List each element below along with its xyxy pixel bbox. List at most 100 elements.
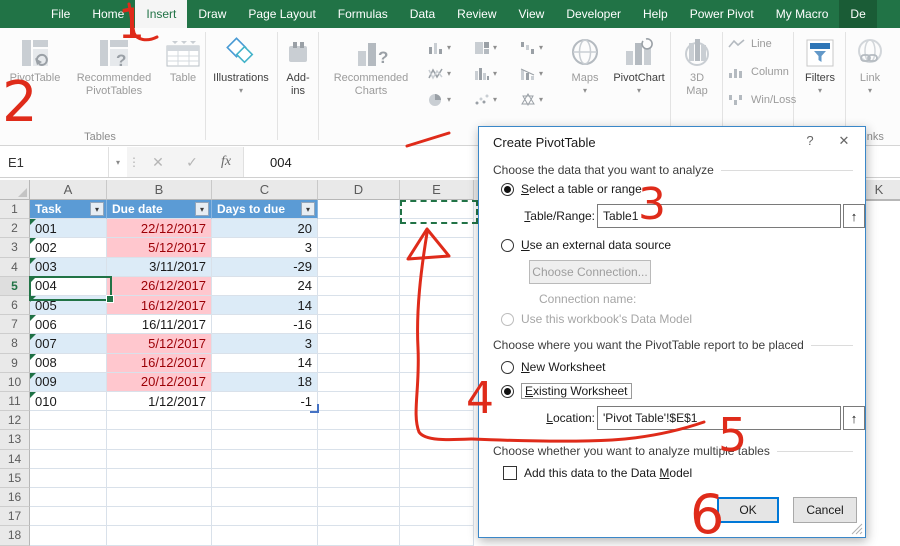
location-selector-button[interactable]: ↑	[843, 406, 865, 430]
cell-A2[interactable]: 001	[30, 219, 107, 238]
tab-developer[interactable]: Developer	[555, 0, 632, 28]
cell-B10[interactable]: 20/12/2017	[107, 373, 212, 392]
cell-A7[interactable]: 006	[30, 315, 107, 334]
insert-function-icon[interactable]: fx	[209, 147, 243, 177]
cell-E9[interactable]	[400, 354, 474, 373]
cell-A12[interactable]	[30, 411, 107, 430]
pivotchart-dropdown-icon[interactable]: ▾	[637, 87, 641, 95]
tab-data[interactable]: Data	[399, 0, 446, 28]
cell-B13[interactable]	[107, 430, 212, 449]
filter-button-task[interactable]: ▾	[90, 202, 104, 216]
cell-C18[interactable]	[212, 526, 318, 545]
cell-E15[interactable]	[400, 469, 474, 488]
cell-C11[interactable]: -1	[212, 392, 318, 411]
cell-B14[interactable]	[107, 450, 212, 469]
name-box[interactable]: E1	[0, 147, 109, 177]
row-header-12[interactable]: 12	[0, 411, 30, 430]
cell-E8[interactable]	[400, 334, 474, 353]
row-header-9[interactable]: 9	[0, 354, 30, 373]
add-to-data-model-row[interactable]: Add this data to the Data Model	[503, 466, 692, 480]
illustrations-dropdown-icon[interactable]: ▾	[239, 87, 243, 95]
row-header-18[interactable]: 18	[0, 526, 30, 545]
cell-D15[interactable]	[318, 469, 400, 488]
cell-B2[interactable]: 22/12/2017	[107, 219, 212, 238]
scatter-chart-button[interactable]: ▾	[470, 88, 510, 110]
radio-data-model[interactable]	[501, 313, 514, 326]
cell-C8[interactable]: 3	[212, 334, 318, 353]
column-header-D[interactable]: D	[318, 180, 400, 200]
fill-handle[interactable]	[106, 295, 114, 303]
cell-A17[interactable]	[30, 507, 107, 526]
cell-B8[interactable]: 5/12/2017	[107, 334, 212, 353]
row-header-1[interactable]: 1	[0, 200, 30, 219]
cell-C5[interactable]: 24	[212, 277, 318, 296]
row-header-5[interactable]: 5	[0, 277, 30, 296]
row-header-14[interactable]: 14	[0, 450, 30, 469]
cell-C6[interactable]: 14	[212, 296, 318, 315]
recommended-pivottables-button[interactable]: ? Recommended PivotTables	[68, 34, 160, 98]
cell-E4[interactable]	[400, 258, 474, 277]
location-input[interactable]: 'Pivot Table'!$E$1	[597, 406, 841, 430]
cell-C1[interactable]: Days to due▾	[212, 200, 318, 219]
cell-E11[interactable]	[400, 392, 474, 411]
cell-B9[interactable]: 16/12/2017	[107, 354, 212, 373]
cell-D8[interactable]	[318, 334, 400, 353]
row-header-13[interactable]: 13	[0, 430, 30, 449]
cell-B3[interactable]: 5/12/2017	[107, 238, 212, 257]
cell-E6[interactable]	[400, 296, 474, 315]
sparkline-column-button[interactable]: Column	[728, 66, 789, 78]
cell-C7[interactable]: -16	[212, 315, 318, 334]
row-header-8[interactable]: 8	[0, 334, 30, 353]
radio-select-table-row[interactable]: Select a table or range	[501, 182, 642, 196]
cell-C15[interactable]	[212, 469, 318, 488]
cell-D9[interactable]	[318, 354, 400, 373]
cell-D3[interactable]	[318, 238, 400, 257]
link-dropdown-icon[interactable]: ▾	[868, 87, 872, 95]
name-box-dropdown-icon[interactable]: ▾	[109, 147, 127, 177]
tab-page-layout[interactable]: Page Layout	[237, 0, 326, 28]
radio-existing-worksheet-row[interactable]: Existing Worksheet	[501, 383, 632, 399]
maps-dropdown-icon[interactable]: ▾	[583, 87, 587, 95]
cell-A14[interactable]	[30, 450, 107, 469]
radio-new-worksheet-row[interactable]: New Worksheet	[501, 360, 605, 374]
ok-button[interactable]: OK	[717, 497, 779, 523]
cell-D18[interactable]	[318, 526, 400, 545]
sparkline-line-button[interactable]: Line	[728, 38, 772, 50]
tab-my-macro[interactable]: My Macro	[765, 0, 840, 28]
cancel-formula-icon[interactable]: ✕	[141, 147, 175, 177]
table-button[interactable]: Table	[162, 34, 204, 85]
radar-chart-button[interactable]: ▾	[516, 88, 556, 110]
table-range-input[interactable]: Table1	[597, 204, 841, 228]
formula-bar-splitter[interactable]: ⋮	[127, 147, 141, 177]
maps-button[interactable]: Maps ▾	[562, 34, 608, 95]
row-header-16[interactable]: 16	[0, 488, 30, 507]
tab-help[interactable]: Help	[632, 0, 679, 28]
cell-D10[interactable]	[318, 373, 400, 392]
sparkline-winloss-button[interactable]: Win/Loss	[728, 94, 796, 106]
add-ins-button[interactable]: Add- ins	[280, 34, 316, 98]
tab-review[interactable]: Review	[446, 0, 507, 28]
tab-draw[interactable]: Draw	[187, 0, 237, 28]
cell-B7[interactable]: 16/11/2017	[107, 315, 212, 334]
cell-A4[interactable]: 003	[30, 258, 107, 277]
cell-D14[interactable]	[318, 450, 400, 469]
cell-B16[interactable]	[107, 488, 212, 507]
cell-B12[interactable]	[107, 411, 212, 430]
hierarchy-chart-button[interactable]: ▾	[470, 36, 510, 58]
cell-A1[interactable]: Task▾	[30, 200, 107, 219]
filters-dropdown-icon[interactable]: ▾	[818, 87, 822, 95]
cell-C16[interactable]	[212, 488, 318, 507]
cell-E3[interactable]	[400, 238, 474, 257]
cell-C9[interactable]: 14	[212, 354, 318, 373]
column-header-C[interactable]: C	[212, 180, 318, 200]
cell-E12[interactable]	[400, 411, 474, 430]
cell-B4[interactable]: 3/11/2017	[107, 258, 212, 277]
tab-file[interactable]: File	[40, 0, 81, 28]
cell-C14[interactable]	[212, 450, 318, 469]
cell-E18[interactable]	[400, 526, 474, 545]
cell-B17[interactable]	[107, 507, 212, 526]
table-range-selector-button[interactable]: ↑	[843, 204, 865, 228]
radio-existing-worksheet[interactable]	[501, 385, 514, 398]
cell-D17[interactable]	[318, 507, 400, 526]
row-header-6[interactable]: 6	[0, 296, 30, 315]
